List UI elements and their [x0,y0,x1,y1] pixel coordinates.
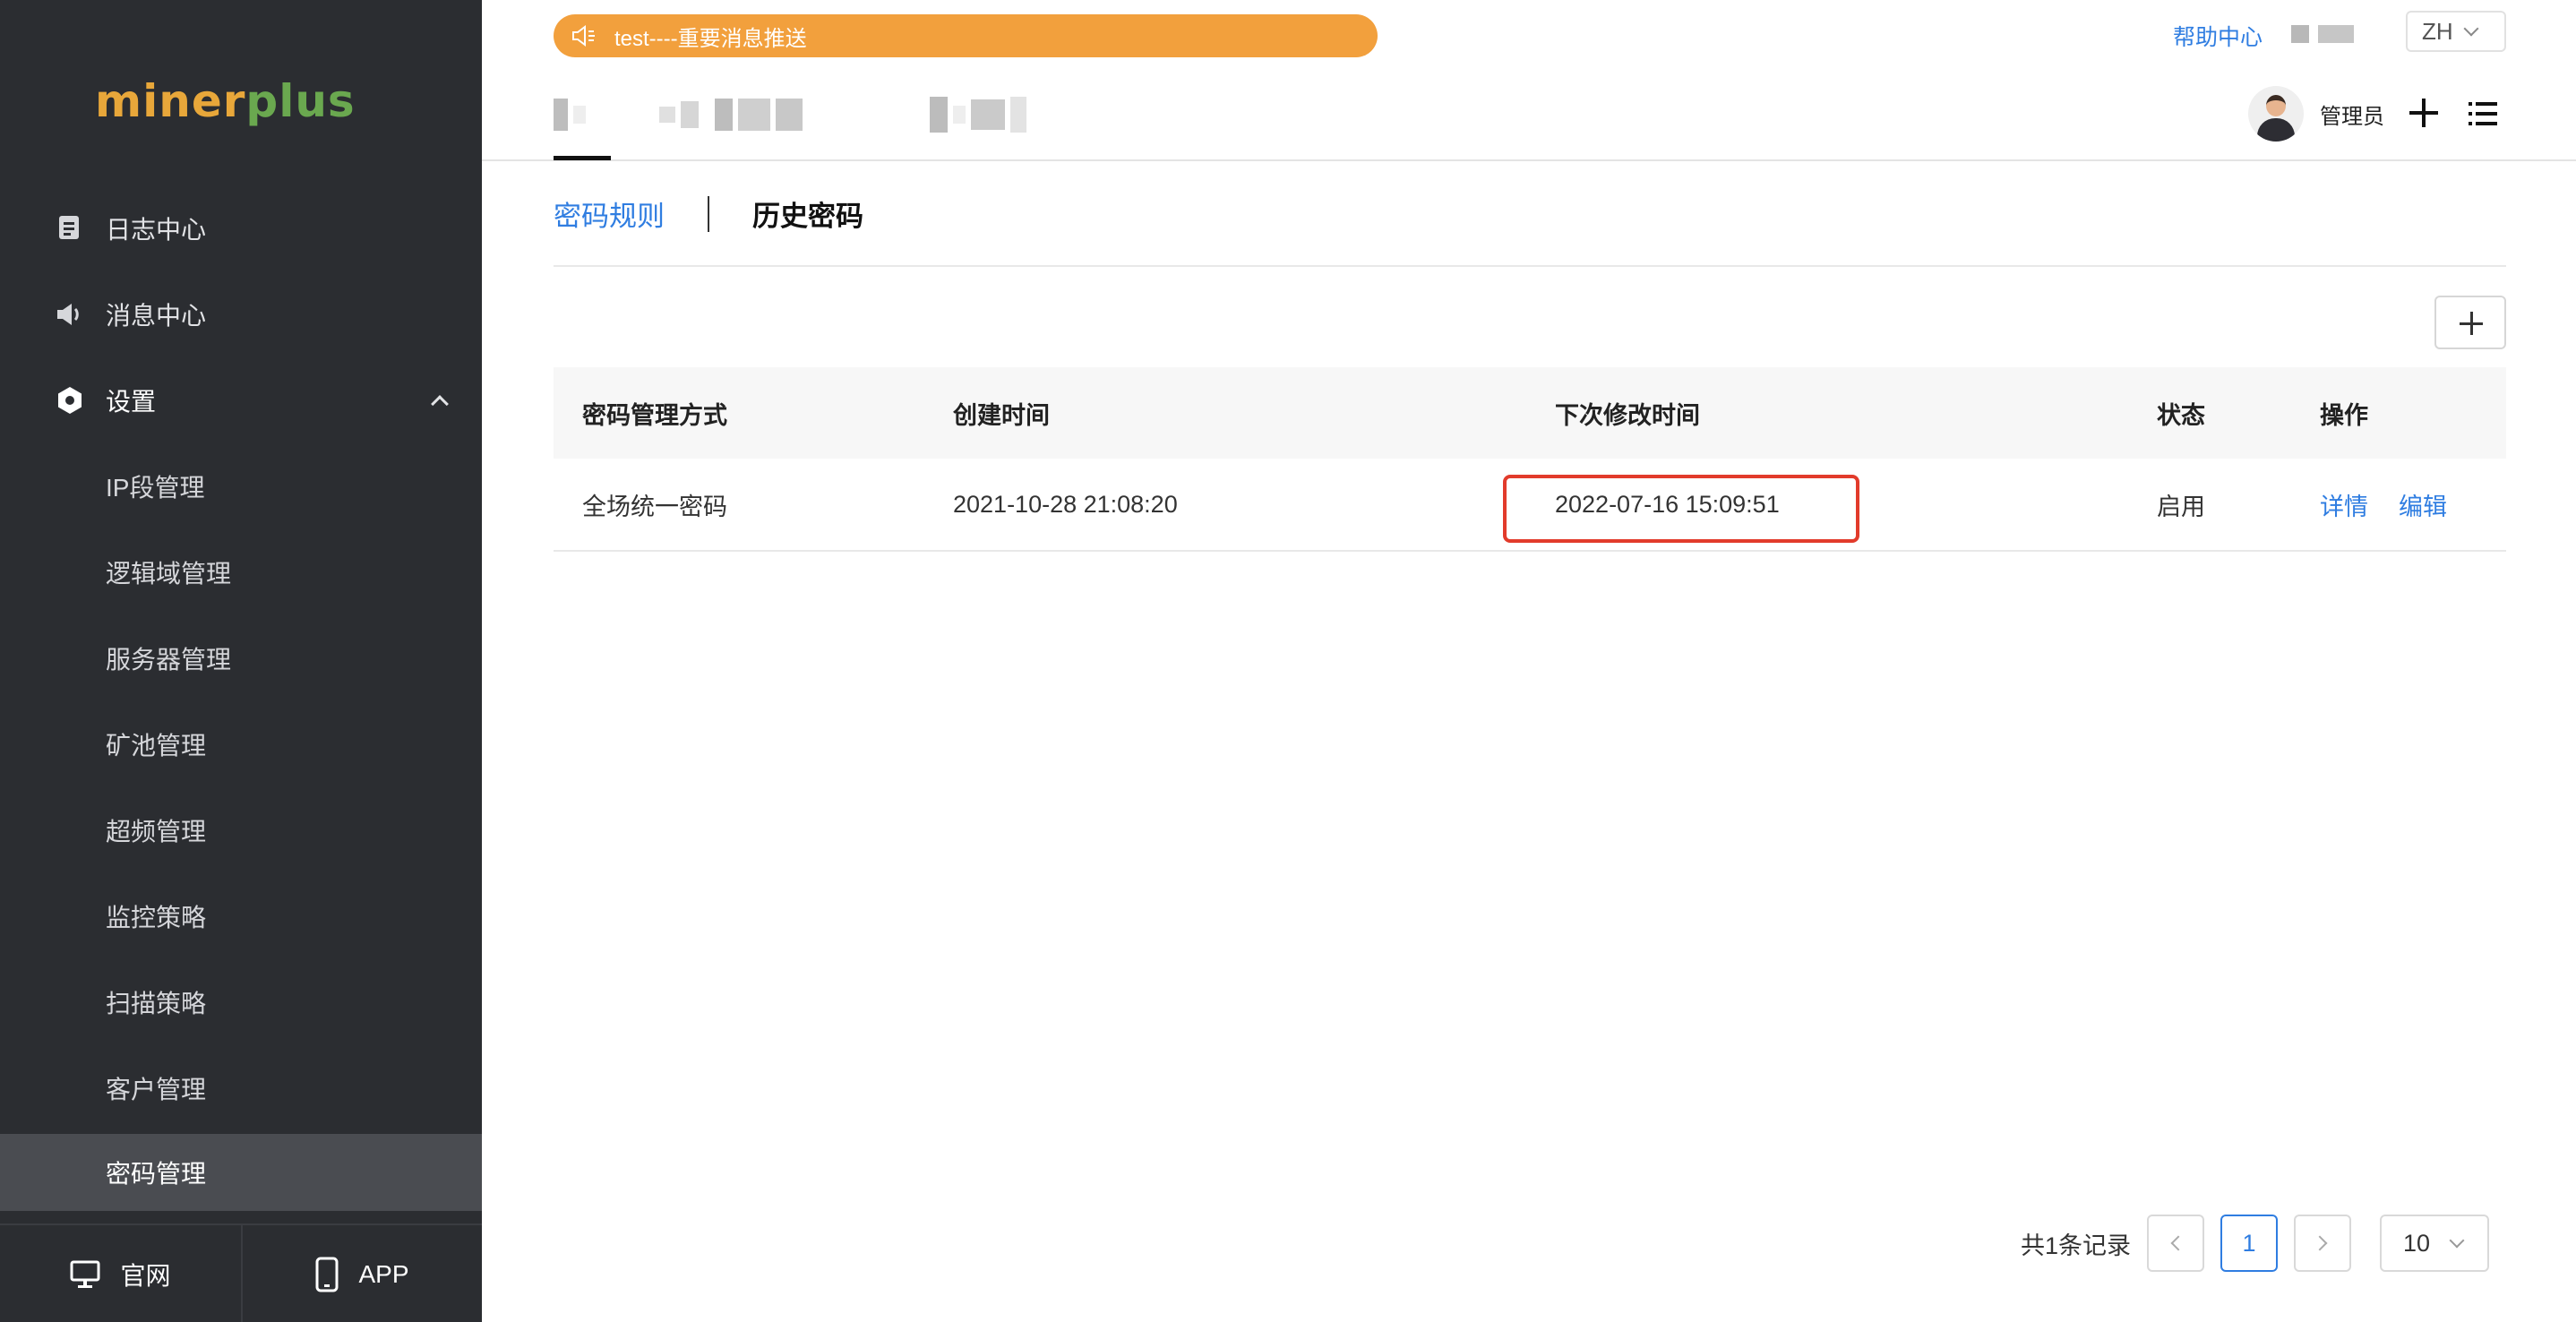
tab-divider [708,195,709,232]
speaker-icon [56,300,84,329]
log-icon [56,214,84,243]
website-button[interactable]: 官网 [0,1225,241,1322]
sidebar-item-label: 扫描策略 [106,990,207,1017]
column-header: 状态 [2157,401,2205,429]
sidebar-item-ip-segment[interactable]: IP段管理 [0,446,482,527]
sidebar-item-monitor-policy[interactable]: 监控策略 [0,876,482,957]
cell-actions: 详情 编辑 [2320,459,2447,550]
language-select[interactable]: ZH [2406,11,2506,52]
sidebar-item-label: 客户管理 [106,1076,207,1103]
phone-icon [315,1257,339,1292]
sidebar-item-label: 服务器管理 [106,646,232,674]
chevron-up-icon [431,395,449,413]
settings-hex-icon [56,386,84,415]
tab-password-history[interactable]: 历史密码 [752,193,863,234]
sidebar-item-scan-policy[interactable]: 扫描策略 [0,962,482,1043]
content-tabs: 密码规则 历史密码 [554,193,863,234]
page-size-select[interactable]: 10 [2380,1215,2490,1272]
page-tab-1[interactable] [554,97,586,133]
page-size-value: 10 [2403,1229,2431,1257]
notice-text: test----重要消息推送 [614,26,807,51]
sidebar-item-logs[interactable]: 日志中心 [0,188,482,269]
language-value: ZH [2422,17,2453,45]
sidebar-item-customers[interactable]: 客户管理 [0,1048,482,1129]
list-icon[interactable] [2469,102,2497,125]
redacted-header-area [2291,25,2354,43]
speaker-icon [572,25,595,47]
detail-link[interactable]: 详情 [2320,487,2368,522]
chevron-down-icon [2463,21,2479,37]
logo: minerplus [95,75,356,127]
user-menu[interactable]: 管理员 [2248,86,2384,142]
chevron-left-icon [2170,1235,2186,1251]
sidebar-item-label: 日志中心 [106,216,207,244]
cell-created: 2021-10-28 21:08:20 [953,490,1178,518]
help-center-link[interactable]: 帮助中心 [2173,20,2263,52]
prev-page-button[interactable] [2147,1215,2205,1272]
sidebar-item-overclock[interactable]: 超频管理 [0,790,482,871]
monitor-icon [70,1260,100,1288]
sidebar-item-pools[interactable]: 矿池管理 [0,704,482,785]
total-records: 共1条记录 [2021,1232,2132,1259]
sidebar-item-label: 逻辑域管理 [106,560,232,588]
page-tab-2[interactable] [659,97,803,133]
notice-banner[interactable]: test----重要消息推送 [554,14,1378,57]
pagination: 共1条记录 1 10 [2021,1215,2490,1272]
chevron-down-icon [2449,1232,2465,1249]
avatar [2248,86,2304,142]
sidebar-bottom-bar: 官网 APP [0,1223,482,1322]
divider [554,265,2506,267]
tab-password-rules[interactable]: 密码规则 [554,193,665,234]
sidebar-item-label: 矿池管理 [106,732,207,760]
column-header: 创建时间 [953,401,1050,429]
sidebar-item-label: 监控策略 [106,904,207,931]
sidebar-item-label: 密码管理 [106,1160,207,1188]
sidebar-item-servers[interactable]: 服务器管理 [0,618,482,699]
cell-status: 启用 [2157,493,2205,520]
user-name: 管理员 [2320,104,2384,129]
app-button[interactable]: APP [241,1225,482,1322]
plus-icon[interactable] [2409,99,2438,127]
app-label: APP [358,1260,409,1288]
website-label: 官网 [120,1262,171,1290]
sidebar-item-messages[interactable]: 消息中心 [0,274,482,355]
column-header: 操作 [2320,401,2368,429]
sidebar-item-label: 消息中心 [106,302,207,330]
next-page-button[interactable] [2294,1215,2352,1272]
annotation-highlight-box [1503,475,1859,543]
cell-mode: 全场统一密码 [582,493,727,520]
sidebar-item-password[interactable]: 密码管理 [0,1134,482,1211]
sidebar-item-settings[interactable]: 设置 [0,360,482,441]
active-tab-indicator [554,156,611,160]
sidebar-item-label: IP段管理 [106,474,205,502]
page-tab-3[interactable] [930,97,1026,133]
column-header: 下次修改时间 [1555,401,1700,429]
edit-link[interactable]: 编辑 [2399,487,2447,522]
sidebar: minerplus 日志中心 消息中心 设置 IP段管理 逻辑域管理 服务器管理… [0,0,482,1322]
add-button[interactable] [2434,296,2506,349]
sidebar-item-label: 超频管理 [106,818,207,846]
column-header: 密码管理方式 [582,401,727,429]
sidebar-item-label: 设置 [106,388,157,416]
table-header: 密码管理方式 创建时间 下次修改时间 状态 操作 [554,367,2506,459]
sidebar-item-logic-domain[interactable]: 逻辑域管理 [0,532,482,613]
page-number-button[interactable]: 1 [2220,1215,2279,1272]
chevron-right-icon [2312,1235,2328,1251]
